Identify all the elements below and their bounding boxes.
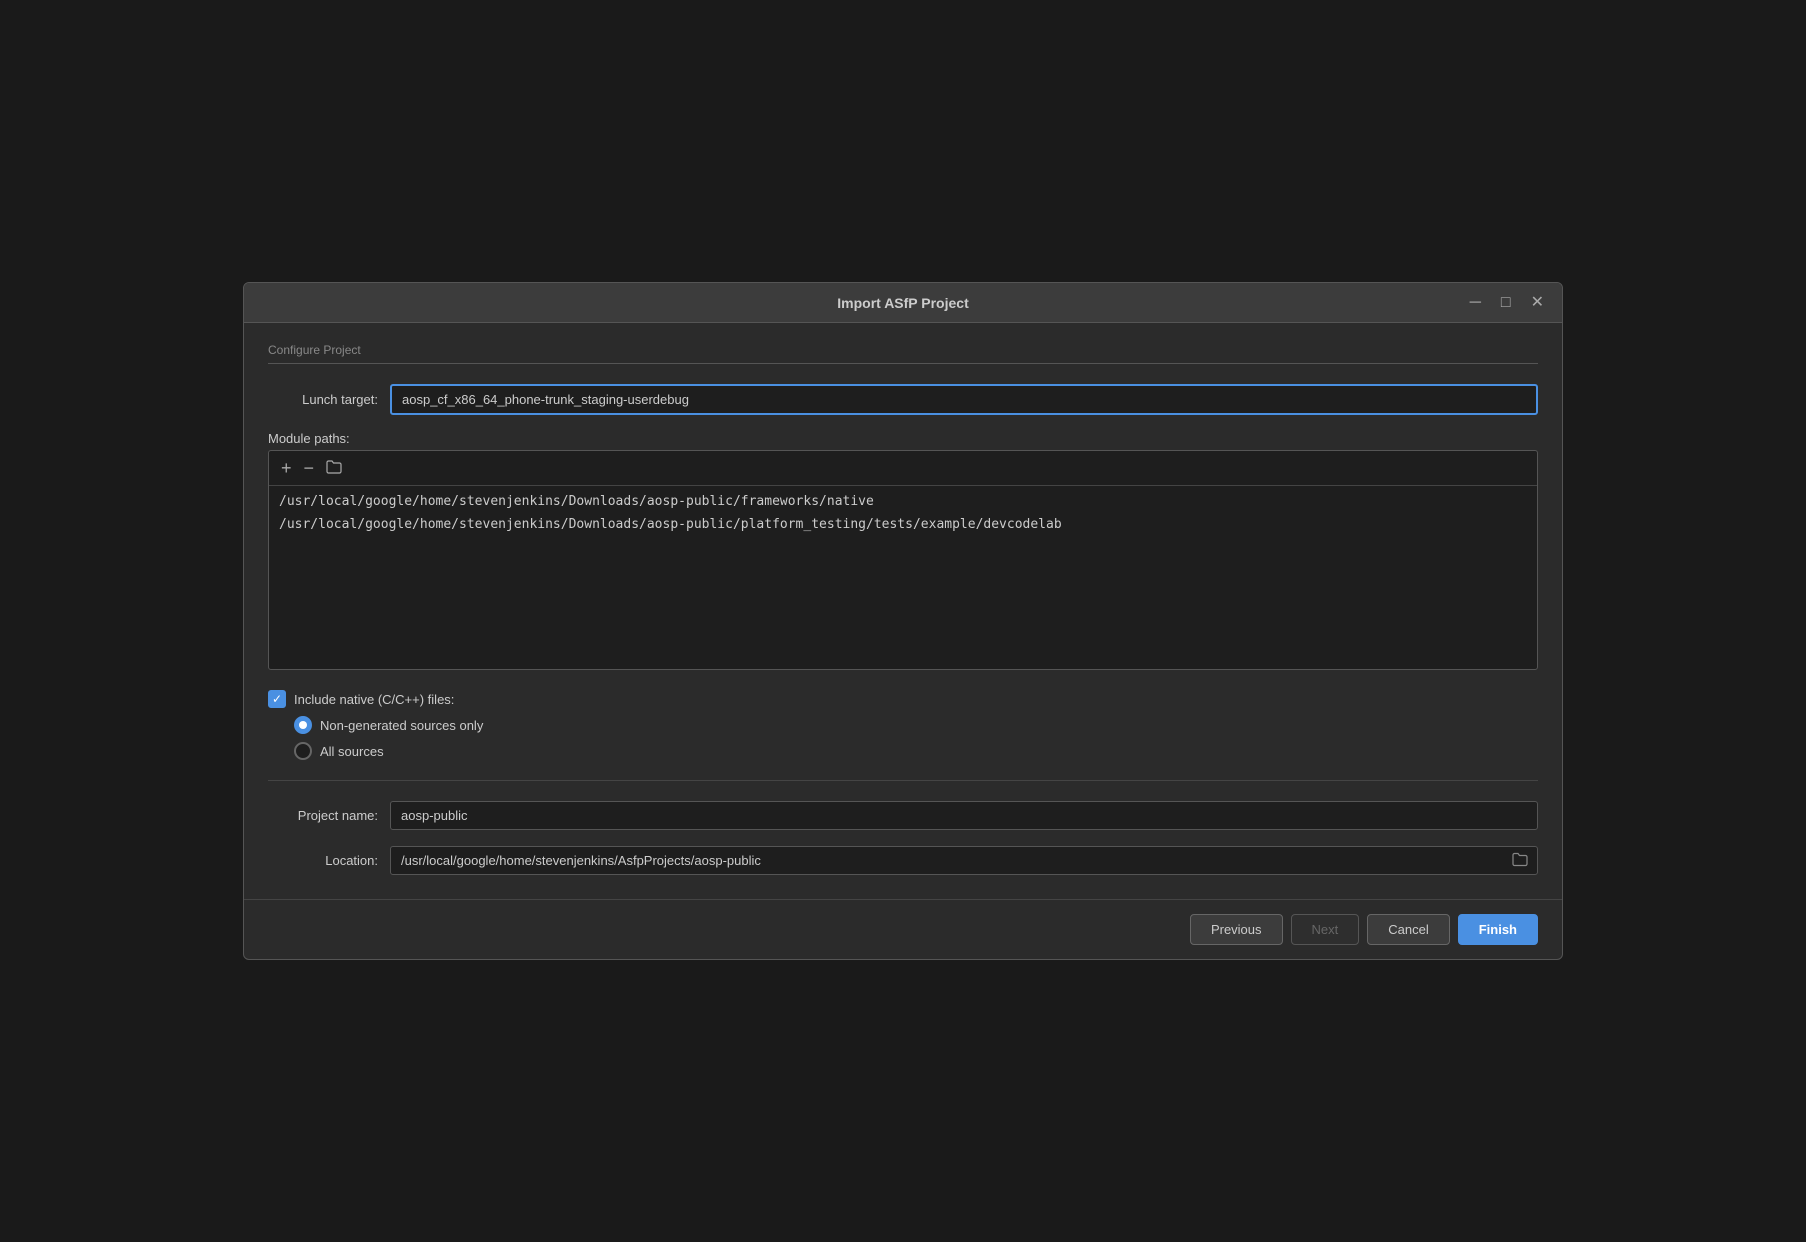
project-name-row: Project name:	[268, 801, 1538, 830]
module-paths-toolbar: + −	[269, 451, 1537, 486]
titlebar-controls: ─ □ ✕	[1464, 293, 1550, 313]
radio-non-generated-label: Non-generated sources only	[320, 718, 483, 733]
include-native-checkbox-row[interactable]: ✓ Include native (C/C++) files:	[268, 686, 1538, 712]
lunch-target-row: Lunch target:	[268, 384, 1538, 415]
section-header: Configure Project	[268, 343, 1538, 364]
browse-path-button[interactable]	[322, 457, 346, 479]
import-dialog: Import ASfP Project ─ □ ✕ Configure Proj…	[243, 282, 1563, 960]
radio-group: Non-generated sources only All sources	[294, 716, 1538, 760]
radio-non-generated-button[interactable]	[294, 716, 312, 734]
module-paths-label: Module paths:	[268, 431, 1538, 446]
module-paths-section: Module paths: + − /usr/local/google/home…	[268, 431, 1538, 670]
include-native-section: ✓ Include native (C/C++) files: Non-gene…	[268, 686, 1538, 760]
maximize-button[interactable]: □	[1495, 293, 1517, 313]
previous-button[interactable]: Previous	[1190, 914, 1283, 945]
finish-button[interactable]: Finish	[1458, 914, 1538, 945]
minimize-button[interactable]: ─	[1464, 293, 1487, 313]
location-label: Location:	[268, 853, 378, 868]
lunch-target-label: Lunch target:	[268, 392, 378, 407]
list-item[interactable]: /usr/local/google/home/stevenjenkins/Dow…	[279, 492, 1527, 511]
separator	[268, 780, 1538, 781]
dialog-body: Configure Project Lunch target: Module p…	[244, 323, 1562, 895]
radio-all-sources-label: All sources	[320, 744, 384, 759]
next-button: Next	[1291, 914, 1360, 945]
browse-location-icon[interactable]	[1512, 852, 1528, 869]
radio-all-sources[interactable]: All sources	[294, 742, 1538, 760]
radio-inner-icon	[299, 721, 307, 729]
location-row: Location:	[268, 846, 1538, 875]
radio-non-generated[interactable]: Non-generated sources only	[294, 716, 1538, 734]
dialog-title: Import ASfP Project	[837, 295, 968, 311]
include-native-label: Include native (C/C++) files:	[294, 692, 454, 707]
close-button[interactable]: ✕	[1525, 293, 1550, 313]
module-paths-list: /usr/local/google/home/stevenjenkins/Dow…	[269, 486, 1537, 540]
radio-all-sources-button[interactable]	[294, 742, 312, 760]
add-path-button[interactable]: +	[277, 457, 296, 479]
titlebar: Import ASfP Project ─ □ ✕	[244, 283, 1562, 323]
cancel-button[interactable]: Cancel	[1367, 914, 1449, 945]
checkmark-icon: ✓	[272, 693, 282, 705]
location-input-wrapper	[390, 846, 1538, 875]
module-paths-container: + − /usr/local/google/home/stevenjenkins…	[268, 450, 1538, 670]
remove-path-button[interactable]: −	[300, 457, 319, 479]
include-native-checkbox[interactable]: ✓	[268, 690, 286, 708]
location-input[interactable]	[390, 846, 1538, 875]
list-item[interactable]: /usr/local/google/home/stevenjenkins/Dow…	[279, 515, 1527, 534]
project-name-label: Project name:	[268, 808, 378, 823]
dialog-footer: Previous Next Cancel Finish	[244, 899, 1562, 959]
project-name-input[interactable]	[390, 801, 1538, 830]
lunch-target-input[interactable]	[390, 384, 1538, 415]
